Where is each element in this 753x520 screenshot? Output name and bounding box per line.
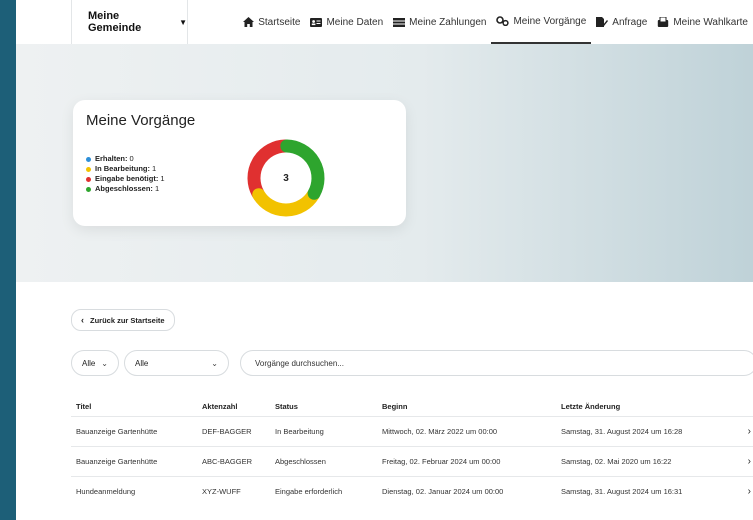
table-row[interactable]: Bauanzeige Gartenhütte ABC-BAGGER Abgesc… [71,446,753,477]
nav-label: Meine Zahlungen [409,16,487,28]
column-header: Titel [76,401,92,411]
vorgaenge-summary-card: Meine Vorgänge Erhalten: 0 In Bearbeitung:… [73,100,406,226]
cell-titel: Hundeanmeldung [71,476,197,506]
legend-item: Erhalten: 0 [86,154,165,164]
nav-meine-vorgaenge[interactable]: Meine Vorgänge [491,0,592,44]
chevron-right-icon[interactable]: › [727,416,753,447]
top-navigation-bar: Meine Gemeinde ▼ Startseite Meine Daten [16,0,753,45]
filter-2-value: Alle [135,358,149,368]
donut-slice-in-bearbeitung [252,188,320,217]
hero-section: Meine Vorgänge Erhalten: 0 In Bearbeitung:… [16,44,753,282]
chevron-down-icon: ⌄ [211,358,218,368]
ballot-icon [657,17,669,27]
cell-status: Abgeschlossen [270,446,377,477]
table-header-row: Titel Aktenzahl Status Beginn Letzte Änd… [71,396,753,417]
nav-label: Meine Vorgänge [513,15,587,27]
column-header-empty [727,396,753,417]
cell-aktenzahl: ABC-BAGGER [197,446,270,477]
nav-label: Anfrage [612,16,648,28]
donut-total-label: 3 [283,173,289,184]
nav-label: Meine Daten [326,16,384,28]
chevron-right-icon[interactable]: › [727,446,753,477]
status-donut-chart: 3 [247,139,325,217]
home-icon [243,17,255,27]
page: Meine Gemeinde ▼ Startseite Meine Daten [16,0,753,520]
file-pen-icon [596,17,609,27]
nav-meine-zahlungen[interactable]: Meine Zahlungen [388,0,491,44]
donut-slice-eingabe-benötigt [247,139,292,200]
gemeinde-dropdown[interactable]: Meine Gemeinde ▼ [71,0,188,44]
legend-label: Abgeschlossen: [95,184,153,193]
chevron-left-icon: ‹ [81,315,84,325]
donut-slice-abgeschlossen [280,139,325,200]
nav-label: Startseite [258,16,301,28]
cell-letzte-aenderung: Samstag, 31. August 2024 um 16:31 [556,476,727,506]
nav-meine-daten[interactable]: Meine Daten [305,0,388,44]
filter-1-value: Alle [82,358,96,368]
legend-label: In Bearbeitung: [95,164,151,173]
gears-icon [496,16,510,26]
nav-anfrage[interactable]: Anfrage [591,0,652,44]
filter-select-2[interactable]: Alle ⌄ [124,350,229,376]
chevron-down-icon: ⌄ [101,358,108,368]
table-row[interactable]: Hundeanmeldung XYZ-WUFF Eingabe erforder… [71,476,753,506]
nav-meine-wahlkarte[interactable]: Meine Wahlkarte [652,0,753,44]
id-card-icon [310,17,323,27]
legend-value: 0 [129,154,134,163]
legend-value: 1 [154,184,160,193]
cell-titel: Bauanzeige Gartenhütte [71,416,197,447]
gemeinde-label: Meine Gemeinde [88,10,142,34]
cell-aktenzahl: DEF-BAGGER [197,416,270,447]
search-input[interactable] [240,350,753,376]
legend-dot [86,156,91,162]
cell-letzte-aenderung: Samstag, 31. August 2024 um 16:28 [556,416,727,447]
filter-select-1[interactable]: Alle ⌄ [71,350,119,376]
cell-titel: Bauanzeige Gartenhütte [71,446,197,477]
legend-label: Erhalten: [95,154,128,163]
column-header: Status [275,401,298,411]
cell-letzte-aenderung: Samstag, 02. Mai 2020 um 16:22 [556,446,727,477]
legend-label: Eingabe benötigt: [95,174,159,183]
table-row[interactable]: Bauanzeige Gartenhütte DEF-BAGGER In Bea… [71,416,753,447]
legend-item: Abgeschlossen: 1 [86,184,165,194]
cell-beginn: Mittwoch, 02. März 2022 um 00:00 [377,416,556,447]
cell-aktenzahl: XYZ-WUFF [197,476,270,506]
column-header: Aktenzahl [202,401,238,411]
back-to-home-button[interactable]: ‹ Zurück zur Startseite [71,309,175,331]
vorgaenge-table: Titel Aktenzahl Status Beginn Letzte Änd… [71,396,753,506]
cell-beginn: Freitag, 02. Februar 2024 um 00:00 [377,446,556,477]
wallet-icon [393,17,406,27]
legend-value: 1 [152,164,157,173]
column-header: Beginn [382,401,408,411]
legend-dot [86,176,91,182]
legend-item: In Bearbeitung: 1 [86,164,165,174]
status-legend: Erhalten: 0 In Bearbeitung: 1 Eingabe benöti… [86,154,165,194]
back-button-label: Zurück zur Startseite [90,315,165,325]
main-nav: Startseite Meine Daten Meine Zahlungen M… [238,0,753,44]
legend-dot [86,166,91,172]
summary-title: Meine Vorgänge [86,112,196,129]
cell-status: Eingabe erforderlich [270,476,377,506]
column-header: Letzte Änderung [561,401,621,411]
nav-startseite[interactable]: Startseite [238,0,305,44]
legend-value: 1 [160,174,165,183]
legend-dot [86,186,91,192]
caret-down-icon: ▼ [179,17,187,27]
cell-status: In Bearbeitung [270,416,377,447]
nav-label: Meine Wahlkarte [673,16,748,28]
cell-beginn: Dienstag, 02. Januar 2024 um 00:00 [377,476,556,506]
chevron-right-icon[interactable]: › [727,476,753,506]
legend-item: Eingabe benötigt: 1 [86,174,165,184]
